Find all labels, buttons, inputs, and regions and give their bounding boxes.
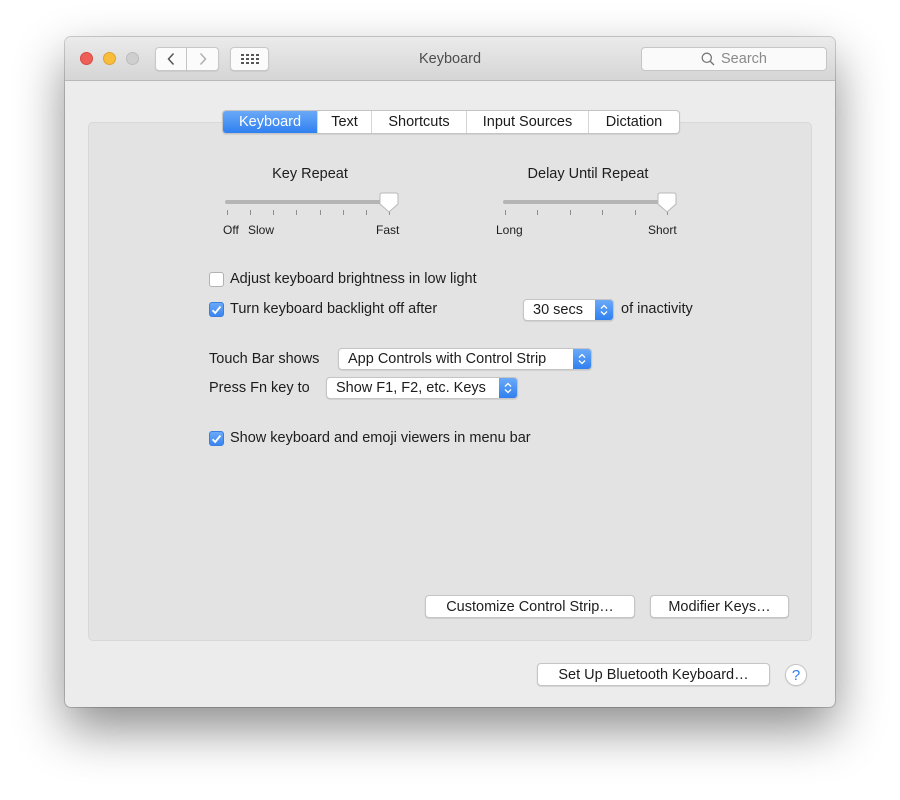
key-repeat-tick — [250, 210, 252, 215]
tab-shortcuts[interactable]: Shortcuts — [372, 111, 467, 133]
checkmark-icon — [211, 305, 222, 314]
tab-keyboard[interactable]: Keyboard — [223, 111, 318, 133]
show-viewers-checkbox[interactable] — [209, 431, 224, 446]
search-field[interactable]: Search — [641, 47, 827, 71]
title-bar: Keyboard Search — [65, 37, 835, 81]
delay-until-repeat-tick — [505, 210, 506, 215]
touch-bar-value: App Controls with Control Strip — [348, 351, 547, 367]
key-repeat-title: Key Repeat — [272, 166, 348, 182]
delay-until-repeat-tick — [634, 210, 636, 215]
question-mark-icon: ? — [791, 666, 801, 684]
backlight-off-label: Turn keyboard backlight off after — [230, 301, 438, 317]
delay-until-repeat-tick — [569, 210, 571, 215]
key-repeat-slider[interactable] — [225, 192, 401, 222]
tab-bar: Keyboard Text Shortcuts Input Sources Di… — [222, 110, 680, 134]
backlight-timeout-value: 30 secs — [533, 302, 583, 318]
key-repeat-thumb[interactable] — [379, 192, 399, 213]
fn-key-popup[interactable]: Show F1, F2, etc. Keys — [326, 377, 518, 399]
backlight-off-checkbox[interactable] — [209, 302, 224, 317]
touch-bar-popup[interactable]: App Controls with Control Strip — [338, 348, 592, 370]
show-viewers-label: Show keyboard and emoji viewers in menu … — [230, 430, 531, 446]
modifier-keys-button[interactable]: Modifier Keys… — [650, 595, 789, 618]
key-repeat-tick — [296, 210, 298, 215]
keyboard-preferences-window: Keyboard Search Keyboard Text Shortcuts … — [65, 37, 835, 707]
key-repeat-tick — [319, 210, 321, 215]
key-repeat-label-fast: Fast — [376, 223, 400, 237]
tab-dictation[interactable]: Dictation — [589, 111, 679, 133]
search-icon — [701, 52, 715, 66]
updown-chevron-icon — [595, 300, 613, 320]
customize-control-strip-button[interactable]: Customize Control Strip… — [425, 595, 635, 618]
key-repeat-tick — [227, 210, 228, 215]
fn-key-label: Press Fn key to — [209, 380, 310, 396]
delay-until-repeat-tick — [537, 210, 539, 215]
key-repeat-label-slow: Slow — [248, 223, 275, 237]
delay-until-repeat-slider[interactable] — [503, 192, 679, 222]
delay-until-repeat-title: Delay Until Repeat — [527, 166, 649, 182]
tab-text[interactable]: Text — [318, 111, 372, 133]
touch-bar-label: Touch Bar shows — [209, 351, 320, 367]
key-repeat-tick — [273, 210, 275, 215]
key-repeat-tick — [342, 210, 344, 215]
backlight-timeout-popup[interactable]: 30 secs — [523, 299, 614, 321]
inactivity-suffix-label: of inactivity — [621, 301, 693, 317]
updown-chevron-icon — [499, 378, 517, 398]
delay-label-short: Short — [648, 223, 677, 237]
fn-key-value: Show F1, F2, etc. Keys — [336, 380, 486, 396]
key-repeat-tick — [365, 210, 367, 215]
delay-label-long: Long — [496, 223, 523, 237]
delay-until-repeat-tick — [602, 210, 604, 215]
checkmark-icon — [211, 434, 222, 443]
tab-input-sources[interactable]: Input Sources — [467, 111, 589, 133]
adjust-brightness-label: Adjust keyboard brightness in low light — [230, 271, 477, 287]
setup-bluetooth-keyboard-button[interactable]: Set Up Bluetooth Keyboard… — [537, 663, 770, 686]
help-button[interactable]: ? — [785, 664, 807, 686]
adjust-brightness-checkbox[interactable] — [209, 272, 224, 287]
updown-chevron-icon — [573, 349, 591, 369]
search-placeholder: Search — [721, 51, 767, 67]
delay-until-repeat-track[interactable] — [503, 200, 673, 204]
key-repeat-label-off: Off — [223, 223, 239, 237]
key-repeat-track[interactable] — [225, 200, 395, 204]
delay-until-repeat-thumb[interactable] — [657, 192, 677, 213]
